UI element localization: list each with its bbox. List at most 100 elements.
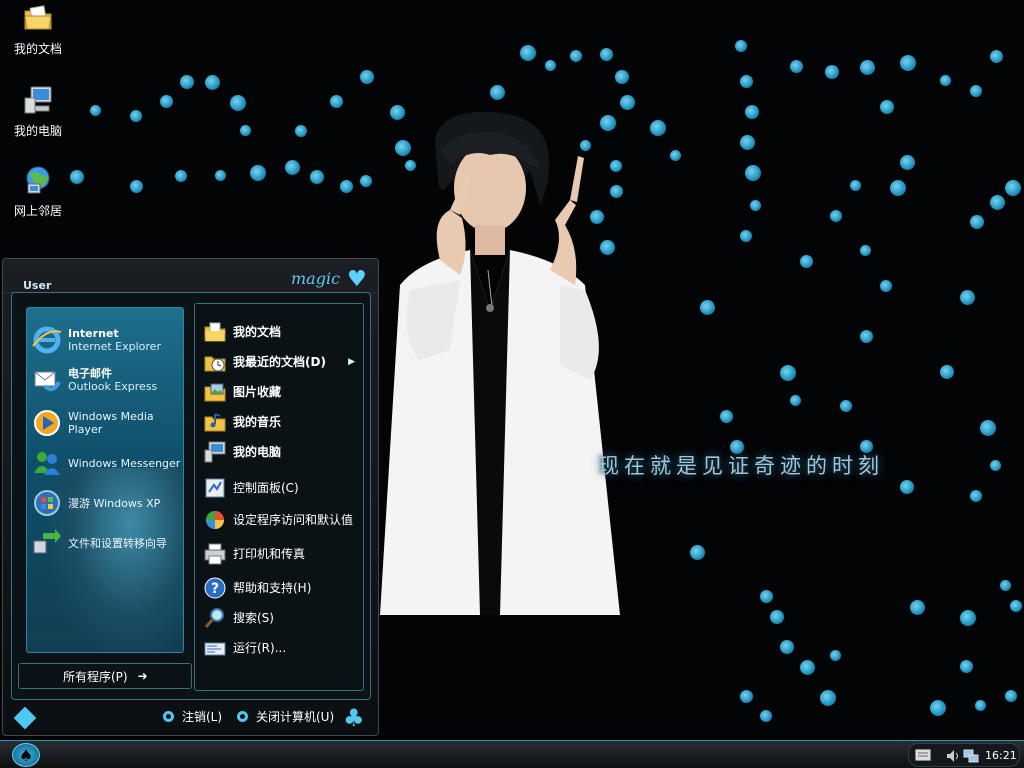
desktop-icon-label: 我的电脑: [13, 124, 62, 138]
recent-label: 漫游 Windows XP: [68, 497, 161, 510]
my-music-icon: [204, 413, 226, 432]
program-defaults-icon: [206, 511, 224, 529]
volume-icon[interactable]: [945, 748, 961, 764]
desktop-icon-network-places[interactable]: 网上邻居: [6, 164, 70, 219]
all-programs-button[interactable]: 所有程序(P) ➜: [18, 663, 192, 689]
bokeh-dot: [700, 300, 715, 315]
bokeh-dot: [900, 55, 916, 71]
bokeh-dot: [990, 50, 1003, 63]
bokeh-dot: [750, 200, 761, 211]
recent-transfer-wizard[interactable]: 文件和设置转移向导: [31, 525, 183, 561]
pinned-title: Internet: [68, 327, 119, 340]
place-help-support[interactable]: ? 帮助和支持(H): [203, 574, 361, 602]
bokeh-dot: [840, 400, 852, 412]
bokeh-dot: [990, 460, 1001, 471]
bokeh-dot: [960, 660, 973, 673]
place-program-defaults[interactable]: 设定程序访问和默认值: [203, 504, 361, 536]
desktop-icon-my-documents[interactable]: 我的文档: [6, 2, 70, 57]
start-menu-body: Internet Internet Explorer 电子邮件 Outlook …: [11, 292, 371, 700]
bokeh-dot: [970, 490, 982, 502]
bokeh-dot: [180, 75, 194, 89]
recent-messenger[interactable]: Windows Messenger: [31, 445, 183, 481]
place-my-documents[interactable]: 我的文档: [203, 318, 361, 346]
place-label: 我的电脑: [233, 444, 282, 459]
my-documents-icon: [204, 322, 226, 342]
start-button[interactable]: ♠: [12, 743, 40, 767]
place-label: 图片收藏: [233, 384, 282, 399]
outlook-express-icon: [34, 371, 61, 392]
bokeh-dot: [130, 110, 142, 122]
place-my-music[interactable]: 我的音乐: [203, 408, 361, 436]
bokeh-dot: [970, 85, 982, 97]
bokeh-dot: [850, 180, 861, 191]
user-name: User: [23, 279, 52, 292]
network-icon[interactable]: [963, 748, 979, 764]
logoff-icon: [163, 711, 174, 722]
recent-tour-xp[interactable]: 漫游 Windows XP: [31, 485, 183, 521]
bokeh-dot: [860, 60, 875, 75]
pinned-internet[interactable]: Internet Internet Explorer: [31, 322, 183, 358]
place-printers-fax[interactable]: 打印机和传真: [203, 540, 361, 568]
place-label: 我最近的文档(D): [233, 354, 326, 369]
places-panel: 我的文档 我最近的文档(D) ▶ 图片收藏 我的音乐 我的电脑 控制面板(C) …: [194, 303, 364, 691]
heart-icon: ♥: [347, 267, 367, 292]
bokeh-dot: [650, 120, 666, 136]
recent-media-player[interactable]: Windows Media Player: [31, 405, 183, 441]
messenger-icon: [34, 452, 60, 475]
bokeh-dot: [910, 600, 925, 615]
bokeh-dot: [360, 175, 372, 187]
spade-icon: ♠: [18, 745, 34, 765]
media-player-icon: [34, 410, 60, 436]
bokeh-dot: [780, 640, 794, 654]
start-menu-footer: 注销(L) 关闭计算机(U) ♣: [3, 700, 378, 735]
place-label: 我的文档: [233, 324, 282, 339]
bokeh-dot: [960, 610, 976, 626]
bokeh-dot: [740, 75, 753, 88]
internet-explorer-icon: [32, 326, 62, 354]
bokeh-dot: [760, 710, 772, 722]
bokeh-dot: [615, 70, 629, 84]
tour-xp-icon: [34, 490, 60, 516]
clock[interactable]: 16:21: [985, 749, 1017, 762]
place-label: 搜索(S): [233, 610, 274, 625]
bokeh-dot: [240, 125, 251, 136]
bokeh-dot: [340, 180, 353, 193]
bokeh-dot: [735, 40, 747, 52]
programs-panel: Internet Internet Explorer 电子邮件 Outlook …: [26, 307, 184, 653]
club-icon: ♣: [343, 704, 365, 732]
recent-label: 文件和设置转移向导: [68, 537, 167, 550]
bokeh-dot: [70, 170, 84, 184]
desktop-icon-my-computer[interactable]: 我的电脑: [6, 84, 70, 139]
place-run[interactable]: 运行(R)...: [203, 634, 361, 662]
wallpaper-slogan: 现在就是见证奇迹的时刻: [598, 454, 884, 478]
bokeh-dot: [900, 480, 914, 494]
bokeh-dot: [900, 155, 915, 170]
place-my-pictures[interactable]: 图片收藏: [203, 378, 361, 406]
place-label: 帮助和支持(H): [233, 580, 312, 595]
desktop-icon-label: 我的文档: [13, 42, 62, 56]
place-label: 控制面板(C): [233, 480, 299, 495]
bokeh-dot: [720, 410, 733, 423]
recent-label: Windows Media Player: [68, 410, 154, 436]
place-recent-documents[interactable]: 我最近的文档(D) ▶: [203, 348, 361, 376]
bokeh-dot: [800, 255, 813, 268]
shutdown-button[interactable]: 关闭计算机(U): [237, 708, 334, 725]
help-support-icon: ?: [204, 577, 226, 599]
logoff-button[interactable]: 注销(L): [163, 708, 222, 725]
keyboard-icon[interactable]: [915, 749, 931, 761]
bokeh-dot: [745, 105, 759, 119]
shutdown-icon: [237, 711, 248, 722]
pinned-email[interactable]: 电子邮件 Outlook Express: [31, 362, 183, 398]
bokeh-dot: [1010, 600, 1022, 612]
logoff-label: 注销(L): [182, 710, 223, 724]
bokeh-dot: [860, 245, 871, 256]
place-my-computer[interactable]: 我的电脑: [203, 438, 361, 466]
bokeh-dot: [175, 170, 187, 182]
transfer-wizard-icon: [33, 529, 61, 554]
network-places-icon: [26, 166, 50, 194]
pinned-subtitle: Internet Explorer: [68, 340, 161, 353]
place-control-panel[interactable]: 控制面板(C): [203, 474, 361, 502]
bokeh-dot: [215, 170, 226, 181]
place-search[interactable]: 搜索(S): [203, 604, 361, 632]
bokeh-dot: [860, 330, 873, 343]
